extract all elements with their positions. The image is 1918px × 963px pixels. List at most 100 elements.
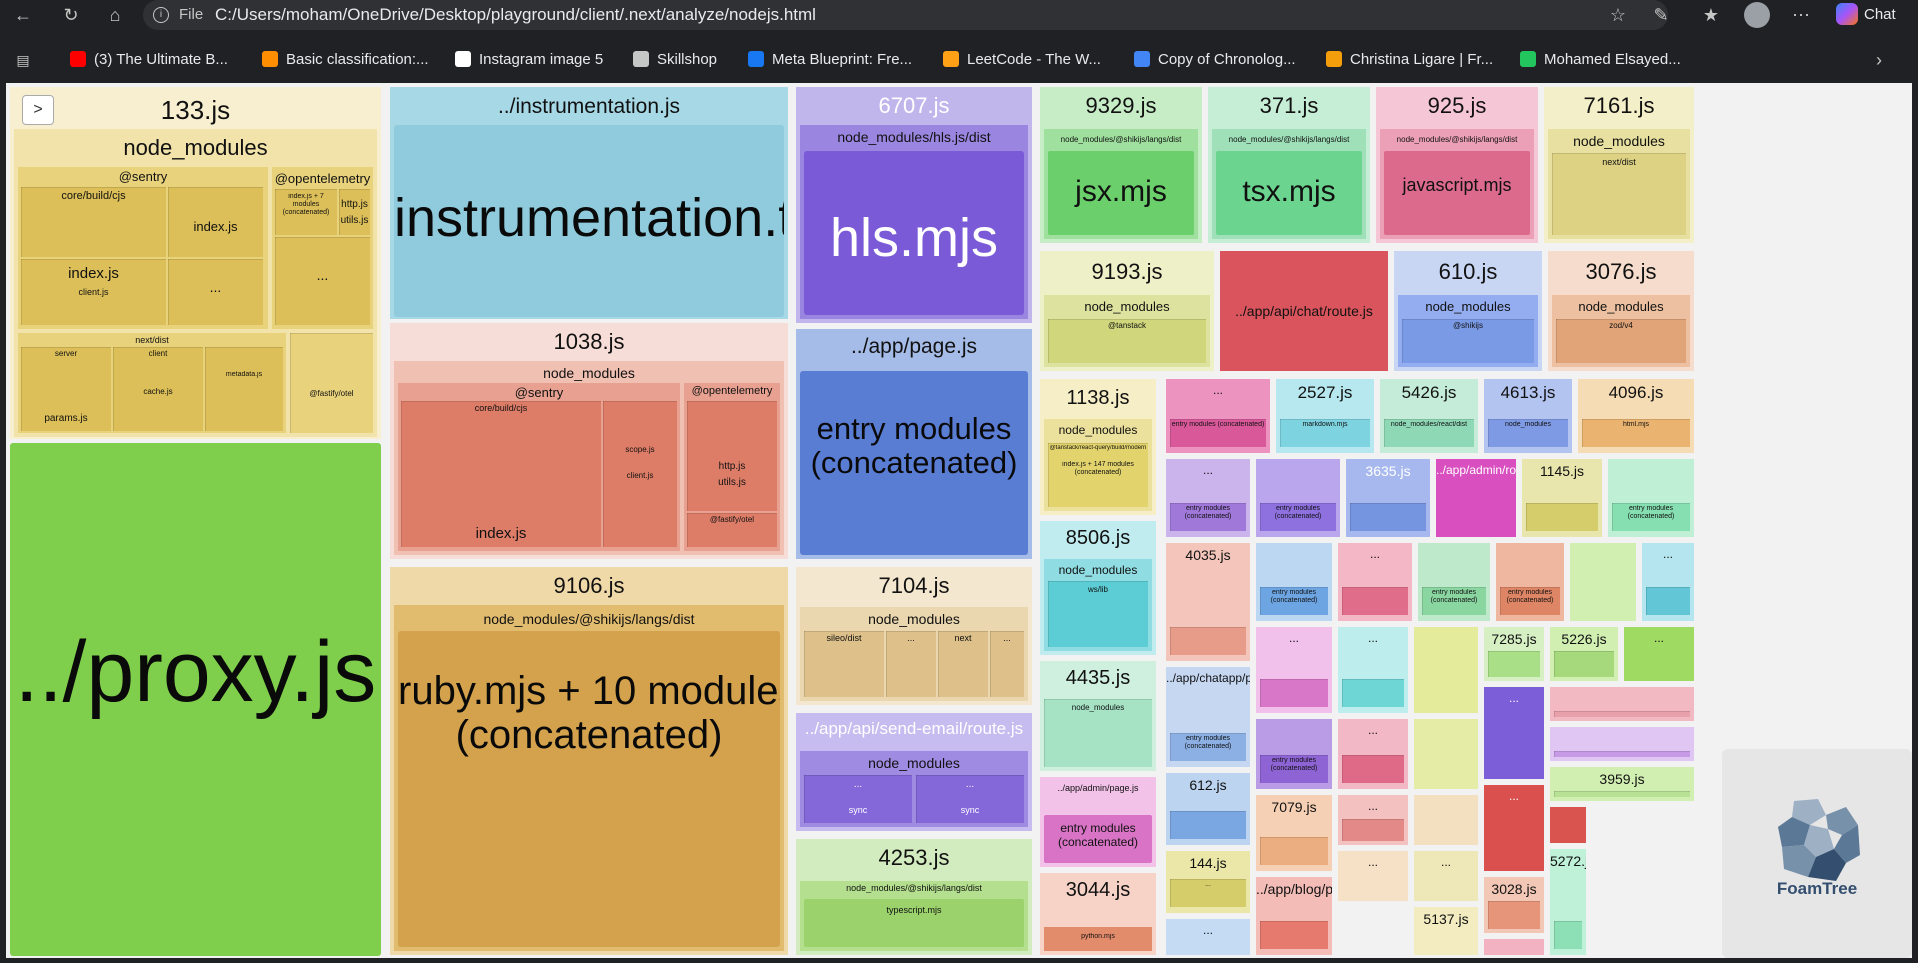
small-module[interactable] (1488, 901, 1540, 929)
fastify-otel-1038[interactable]: @fastify/otel (687, 513, 777, 547)
small-bundle[interactable]: 5426.js node_modules/react/dist (1380, 379, 1478, 453)
entry-modules-admin[interactable]: entry modules (concatenated) (1044, 815, 1152, 863)
node-modules-4435[interactable]: node_modules (1044, 699, 1152, 767)
small-module[interactable] (1488, 651, 1540, 677)
concat-modules[interactable]: index.js + 7 modules (concatenated) (275, 189, 337, 235)
small-module[interactable]: entry modules (concatenated) (1500, 587, 1560, 615)
bookmark-item[interactable]: LeetCode - The W... (943, 49, 1101, 71)
react-query[interactable]: @tanstack/react-query/build/modern index.… (1048, 443, 1148, 507)
entry-modules[interactable]: entry modules (concatenated) (800, 371, 1028, 555)
otel-folder-1038[interactable]: @opentelemetry http.js utils.js @fastify/ot… (684, 383, 780, 551)
core-build-cjs-1038[interactable]: core/build/cjs index.js (401, 401, 601, 547)
bundle-8506[interactable]: 8506.js node_modules ws/lib (1040, 521, 1156, 655)
small-bundle[interactable]: 4613.js node_modules (1484, 379, 1572, 453)
reload-button[interactable]: ↻ (58, 2, 84, 28)
misc2-7104[interactable]: ... (990, 631, 1024, 697)
small-module[interactable] (1260, 921, 1328, 949)
ruby-mjs[interactable]: ruby.mjs + 10 modules (concatenated) (398, 631, 780, 947)
small-bundle[interactable] (1550, 807, 1586, 843)
small-bundle[interactable]: 7285.js (1484, 627, 1544, 681)
small-bundle[interactable]: ... (1338, 795, 1408, 845)
small-bundle[interactable]: entry modules (concatenated) (1418, 543, 1490, 621)
metadata-folder[interactable]: metadata.js (205, 347, 283, 431)
sidebar-toggle-button[interactable]: > (22, 95, 54, 125)
admin-page-js[interactable]: ../app/admin/page.js entry modules (concat… (1040, 777, 1156, 867)
sentry-folder[interactable]: @sentry core/build/cjs index.js index.js cli… (18, 167, 268, 329)
small-module[interactable] (1260, 679, 1328, 707)
small-module[interactable] (1646, 587, 1690, 615)
small-bundle[interactable]: ... (1166, 919, 1250, 955)
small-module[interactable] (1554, 791, 1690, 797)
module-row2[interactable]: @shikijs (1402, 319, 1534, 363)
bookmark-item[interactable]: Mohamed Elsayed... (1520, 49, 1681, 71)
small-bundle[interactable]: ... (1484, 687, 1544, 779)
small-bundle[interactable]: 144.js... (1166, 851, 1250, 913)
sentry-misc-1038[interactable]: scope.js client.js (603, 401, 677, 547)
index-js[interactable]: index.js (168, 187, 263, 257)
address-url[interactable]: C:/Users/moham/OneDrive/Desktop/playgrou… (215, 5, 816, 25)
small-module[interactable]: entry modules (concatenated) (1170, 419, 1266, 447)
small-module[interactable]: ... (1170, 879, 1246, 907)
bundle-row2[interactable]: 9193.js node_modules @tanstack (1040, 251, 1214, 371)
small-bundle[interactable] (1550, 727, 1694, 761)
small-module[interactable] (1554, 921, 1582, 949)
bundle-4435[interactable]: 4435.js node_modules (1040, 661, 1156, 771)
small-module[interactable] (1342, 587, 1408, 615)
bundle-row1[interactable]: 7161.js node_modules next/dist (1544, 87, 1694, 243)
bundle-row1[interactable]: 371.js node_modules/@shikijs/langs/dist ts… (1208, 87, 1370, 243)
node-modules-row1[interactable]: node_modules/@shikijs/langs/dist jsx.mjs (1044, 129, 1198, 239)
bundle-1138[interactable]: 1138.js node_modules @tanstack/react-query… (1040, 379, 1156, 515)
small-bundle[interactable]: 612.js (1166, 773, 1250, 845)
small-bundle[interactable]: 5272.js (1550, 849, 1586, 955)
bundle-6707[interactable]: 6707.js node_modules/hls.js/dist hls.mjs (796, 87, 1032, 323)
ws-lib[interactable]: ws/lib (1048, 581, 1148, 647)
bundle-row2[interactable]: 3076.js node_modules zod/v4 (1548, 251, 1694, 371)
core-build-cjs[interactable]: core/build/cjs (21, 187, 166, 257)
small-bundle[interactable]: entry modules (concatenated) (1256, 543, 1332, 621)
small-module[interactable]: entry modules (concatenated) (1260, 755, 1328, 783)
node-modules-8506[interactable]: node_modules ws/lib (1044, 559, 1152, 651)
node-modules-9106[interactable]: node_modules/@shikijs/langs/dist ruby.mjs… (394, 605, 784, 951)
small-module[interactable] (1554, 711, 1690, 717)
http-utils[interactable]: http.js utils.js (339, 189, 370, 235)
back-button[interactable]: ← (10, 2, 36, 28)
module-row1[interactable]: jsx.mjs (1048, 151, 1194, 235)
small-module[interactable]: node_modules/react/dist (1384, 419, 1474, 447)
small-bundle[interactable]: ... (1484, 785, 1544, 871)
app-page-js[interactable]: ../app/page.js entry modules (concatenated… (796, 329, 1032, 559)
sileo-dist[interactable]: sileo/dist (804, 631, 884, 697)
sync-1[interactable]: ... sync (804, 775, 912, 823)
bookmark-item[interactable]: Skillshop (633, 49, 717, 71)
copilot-button[interactable]: Chat (1836, 1, 1916, 29)
more-icon[interactable]: ⋯ (1788, 2, 1814, 28)
small-bundle[interactable]: 4035.js (1166, 543, 1250, 661)
python-mjs[interactable]: python.mjs (1044, 927, 1152, 951)
small-bundle[interactable] (1570, 543, 1636, 621)
small-module[interactable]: entry modules (concatenated) (1260, 503, 1336, 531)
small-module[interactable]: entry modules (concatenated) (1170, 503, 1246, 531)
index-js-2[interactable]: index.js client.js (21, 259, 166, 325)
small-bundle[interactable]: ... (1414, 851, 1478, 901)
small-module[interactable] (1554, 751, 1690, 757)
otel-misc[interactable]: ... (275, 237, 370, 325)
small-bundle[interactable]: ../app/chatapp/page.js entry modules (con… (1166, 667, 1250, 767)
small-module[interactable] (1342, 755, 1404, 783)
misc-7104[interactable]: ... (886, 631, 936, 697)
small-module[interactable] (1526, 503, 1598, 531)
small-bundle[interactable]: entry modules (concatenated) (1256, 719, 1332, 789)
small-bundle[interactable]: ... (1338, 719, 1408, 789)
hls-mjs[interactable]: hls.mjs (804, 151, 1024, 315)
node-modules-row2[interactable]: node_modules @tanstack (1044, 295, 1210, 367)
small-bundle[interactable]: 4096.js html.mjs (1578, 379, 1694, 453)
avatar[interactable] (1744, 2, 1770, 28)
small-bundle[interactable]: ... entry modules (concatenated) (1166, 459, 1250, 537)
module-row1[interactable]: next/dist (1552, 153, 1686, 235)
small-bundle[interactable] (1414, 795, 1478, 845)
small-module[interactable] (1170, 811, 1246, 839)
small-bundle[interactable]: ... (1642, 543, 1694, 621)
bundle-3044[interactable]: 3044.js python.mjs (1040, 873, 1156, 955)
instrumentation-js[interactable]: ../instrumentation.js instrumentation.ts (390, 87, 788, 319)
bundle-1038[interactable]: 1038.js node_modules @sentry core/build/cjs… (390, 323, 788, 559)
small-bundle[interactable] (1484, 939, 1544, 955)
bookmark-item[interactable]: Copy of Chronolog... (1134, 49, 1296, 71)
